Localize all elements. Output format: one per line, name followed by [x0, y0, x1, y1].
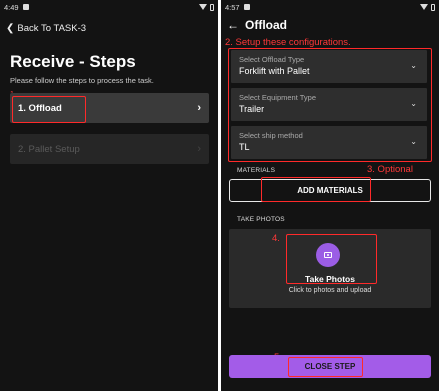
steps-screen: 4:49 ❮ Back To TASK-3 Receive - Steps Pl… — [0, 0, 218, 391]
chevron-right-icon: › — [197, 102, 201, 114]
status-bar: 4:49 — [0, 0, 218, 14]
status-time: 4:49 — [4, 2, 19, 12]
chevron-right-icon: › — [197, 143, 201, 155]
page-title: Receive - Steps — [10, 52, 136, 71]
annotation-3: 3. Optional — [367, 164, 413, 175]
step-label: 2. Pallet Setup — [18, 143, 80, 155]
notification-icon — [22, 4, 29, 10]
highlight-box-take-photos — [286, 234, 377, 284]
take-photos-label: TAKE PHOTOS — [237, 216, 285, 223]
page-title: Offload — [245, 18, 287, 32]
wifi-icon — [420, 4, 428, 10]
back-arrow-icon[interactable]: ← — [227, 18, 239, 32]
step-pallet-setup[interactable]: 2. Pallet Setup › — [10, 134, 209, 164]
highlight-box-step-1 — [12, 96, 86, 123]
header: ← Offload — [227, 18, 287, 32]
highlight-box-close-step — [288, 357, 363, 377]
offload-screen: 4:57 ← Offload 2. Setup these configurat… — [221, 0, 439, 391]
annotation-4: 4. — [272, 233, 280, 244]
battery-icon — [210, 3, 214, 11]
highlight-box-add-materials — [261, 177, 371, 202]
status-time: 4:57 — [225, 2, 240, 12]
status-bar: 4:57 — [221, 0, 439, 14]
back-to-task-link[interactable]: ❮ Back To TASK-3 — [6, 23, 86, 34]
battery-icon — [431, 3, 435, 11]
chevron-left-icon: ❮ — [6, 23, 15, 34]
annotation-2: 2. Setup these configurations. — [225, 37, 351, 48]
wifi-icon — [199, 4, 207, 10]
highlight-box-configurations — [228, 48, 432, 162]
materials-label: MATERIALS — [237, 167, 276, 174]
notification-icon — [243, 4, 250, 10]
back-label: Back To TASK-3 — [17, 23, 87, 34]
photo-hint-text: Click to photos and upload — [288, 287, 372, 294]
page-subtitle: Please follow the steps to process the t… — [10, 76, 154, 85]
